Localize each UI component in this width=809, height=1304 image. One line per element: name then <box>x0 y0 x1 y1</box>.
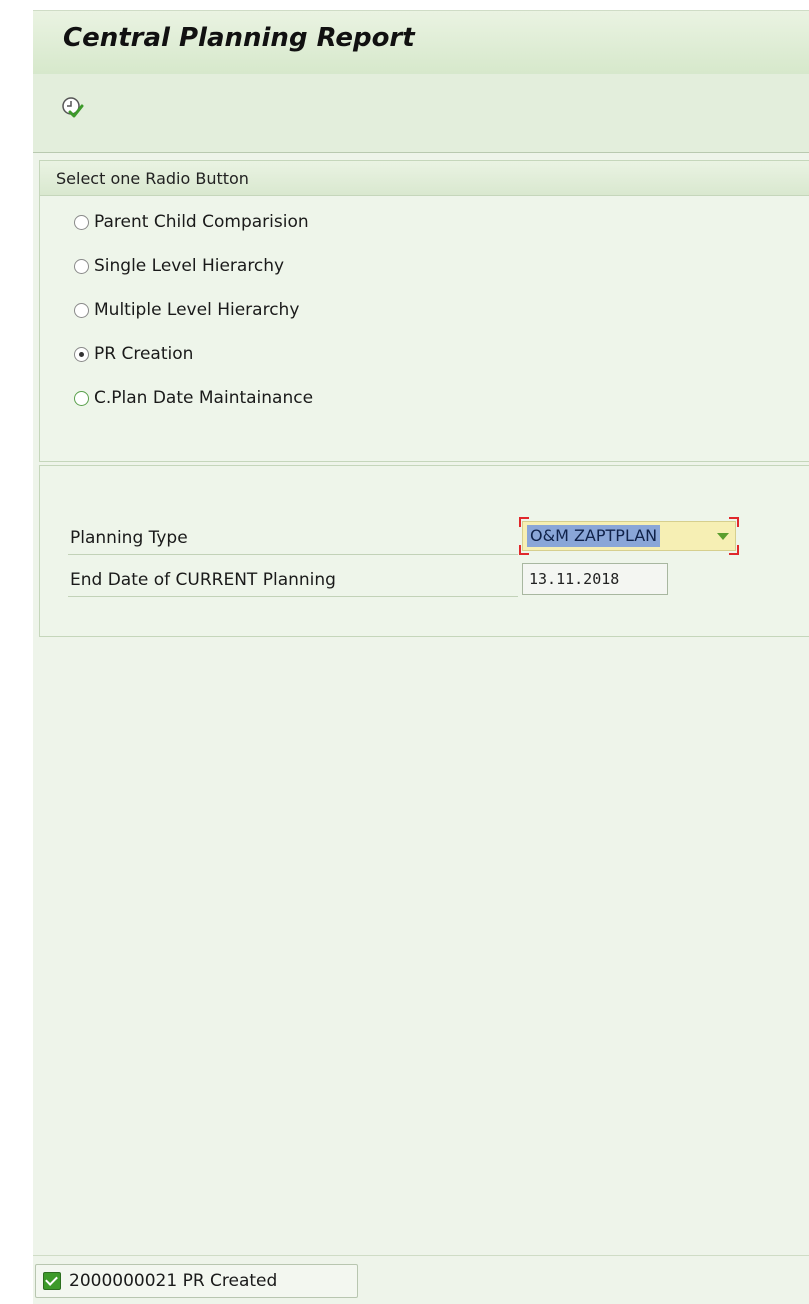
radio-single-level-hierarchy[interactable]: Single Level Hierarchy <box>74 253 284 279</box>
end-date-field[interactable] <box>522 563 668 595</box>
radio-c-plan-date-maintainance[interactable]: C.Plan Date Maintainance <box>74 385 313 411</box>
radio-button[interactable] <box>74 214 89 230</box>
radio-label: Parent Child Comparision <box>94 212 309 232</box>
sap-screen: Central Planning Report Select one Radio… <box>33 10 809 1304</box>
radio-label: C.Plan Date Maintainance <box>94 388 314 408</box>
planning-type-value: O&M ZAPTPLAN <box>527 525 661 547</box>
radio-label: Single Level Hierarchy <box>94 256 285 276</box>
field-underline <box>68 596 518 597</box>
radio-label: PR Creation <box>94 344 194 364</box>
report-type-group: Select one Radio Button Parent Child Com… <box>39 160 809 462</box>
radio-label: Multiple Level Hierarchy <box>94 300 300 320</box>
status-text: 2000000021 PR Created <box>69 1271 278 1291</box>
page-title: Central Planning Report <box>63 23 415 53</box>
radio-multiple-level-hierarchy[interactable]: Multiple Level Hierarchy <box>74 297 299 323</box>
required-marker <box>729 517 739 527</box>
radio-button-selected[interactable] <box>74 346 89 362</box>
radio-button[interactable] <box>74 258 89 274</box>
required-marker <box>729 545 739 555</box>
success-check-icon <box>43 1272 61 1290</box>
group-title: Select one Radio Button <box>56 169 249 188</box>
group-header: Select one Radio Button <box>40 161 809 196</box>
status-message[interactable]: 2000000021 PR Created <box>35 1264 358 1298</box>
radio-button[interactable] <box>74 390 89 406</box>
radio-pr-creation[interactable]: PR Creation <box>74 341 193 367</box>
radio-button[interactable] <box>74 302 89 318</box>
title-bar: Central Planning Report <box>33 10 809 75</box>
status-bar: 2000000021 PR Created <box>33 1255 809 1304</box>
field-underline <box>68 554 518 555</box>
radio-parent-child-comparision[interactable]: Parent Child Comparision <box>74 209 309 235</box>
application-toolbar <box>33 74 809 153</box>
end-date-label: End Date of CURRENT Planning <box>70 570 336 590</box>
execute-clock-check-icon[interactable] <box>60 95 86 121</box>
planning-type-label: Planning Type <box>70 528 188 548</box>
planning-parameters-group: Planning Type O&M ZAPTPLAN End Date of C… <box>39 465 809 637</box>
chevron-down-icon[interactable] <box>717 533 729 540</box>
planning-type-dropdown[interactable]: O&M ZAPTPLAN <box>519 517 739 555</box>
